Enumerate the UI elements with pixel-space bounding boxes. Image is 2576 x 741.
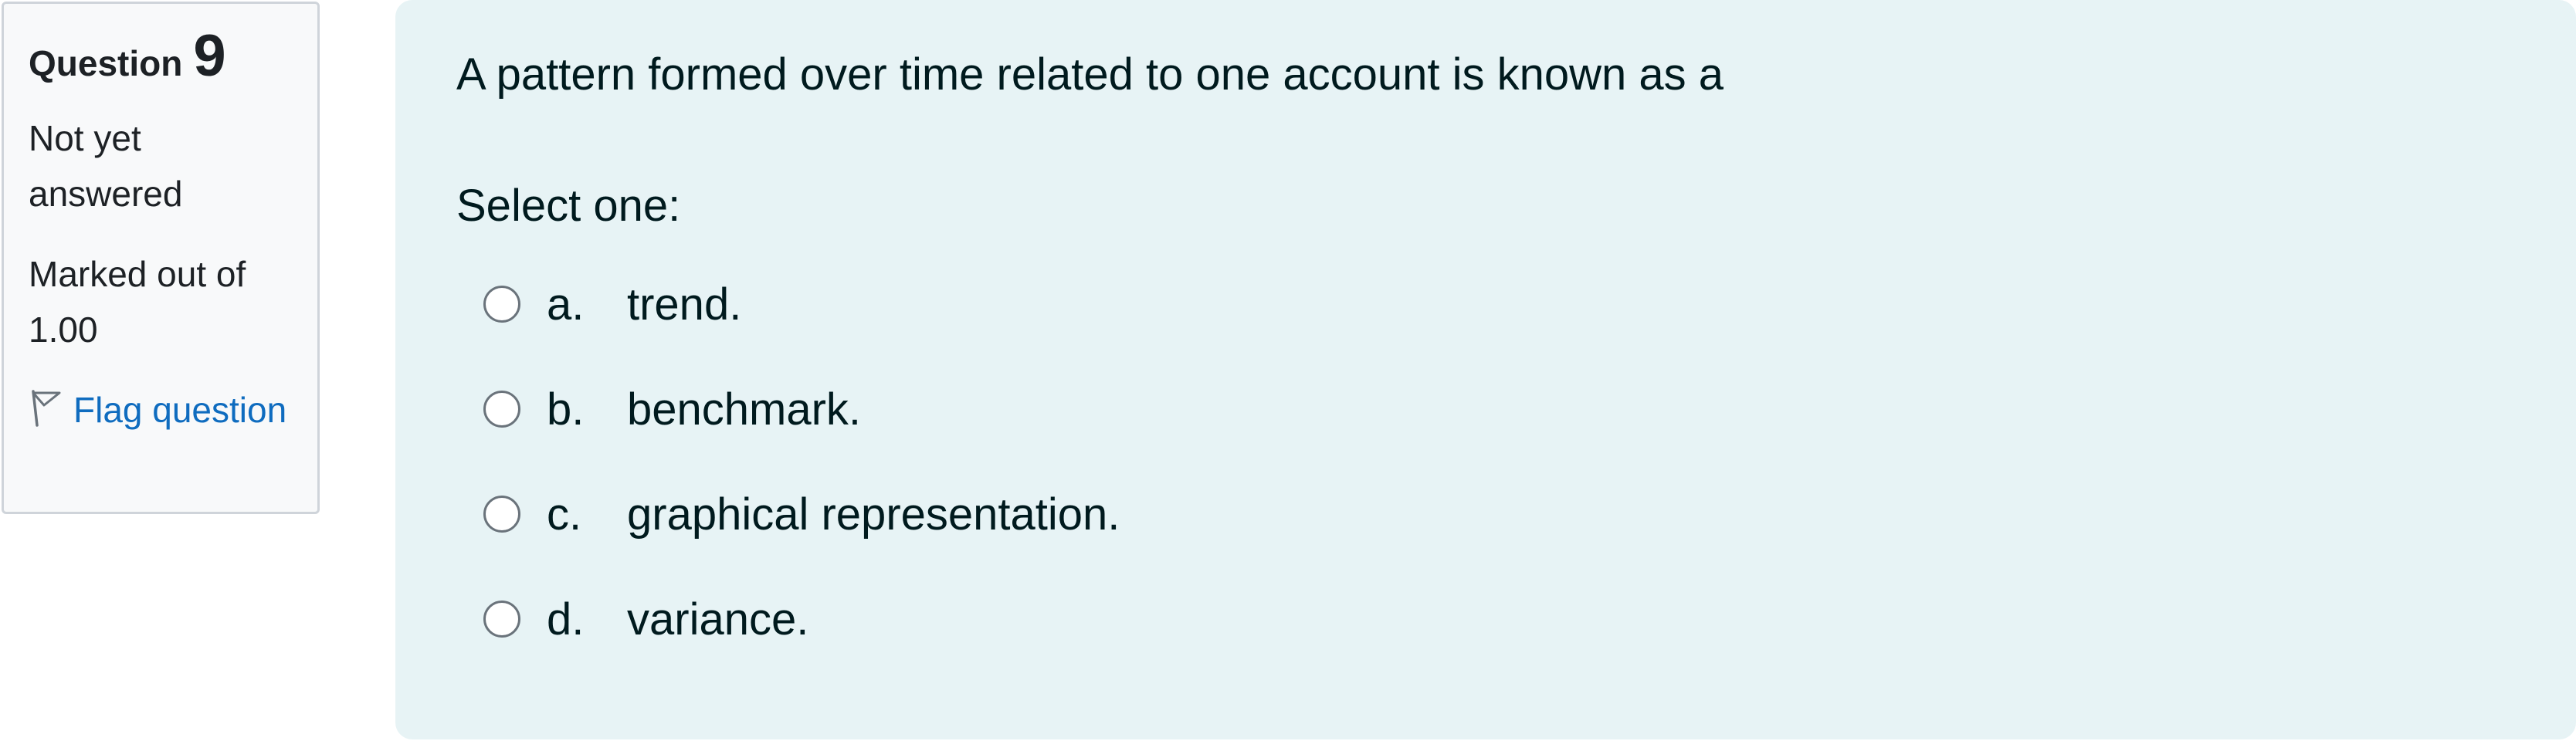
question-number-heading: Question 9 bbox=[29, 27, 317, 86]
option-text[interactable]: graphical representation. bbox=[627, 489, 1120, 540]
radio-button-c[interactable] bbox=[483, 496, 520, 533]
question-text: A pattern formed over time related to on… bbox=[456, 49, 1724, 100]
option-letter: b. bbox=[547, 384, 585, 435]
radio-button-b[interactable] bbox=[483, 391, 520, 428]
question-grade: Marked out of 1.00 bbox=[29, 254, 246, 350]
answer-option-b[interactable]: b. benchmark. bbox=[483, 378, 861, 440]
radio-button-a[interactable] bbox=[483, 286, 520, 323]
question-info-panel: Question 9 Not yet answered Marked out o… bbox=[2, 2, 320, 514]
option-letter: a. bbox=[547, 279, 585, 330]
option-letter: d. bbox=[547, 594, 585, 645]
question-label: Question bbox=[29, 43, 183, 83]
question-content: A pattern formed over time related to on… bbox=[395, 0, 2576, 739]
option-text[interactable]: benchmark. bbox=[627, 384, 861, 435]
answer-option-d[interactable]: d. variance. bbox=[483, 588, 808, 650]
option-letter: c. bbox=[547, 489, 582, 540]
option-text[interactable]: variance. bbox=[627, 594, 808, 645]
flag-outline-icon[interactable] bbox=[29, 388, 63, 427]
flag-question-link[interactable]: Flag question bbox=[29, 382, 291, 438]
question-state: Not yet answered bbox=[29, 118, 183, 214]
option-text[interactable]: trend. bbox=[627, 279, 741, 330]
question-number: 9 bbox=[193, 23, 226, 89]
answer-prompt: Select one: bbox=[456, 181, 681, 231]
radio-button-d[interactable] bbox=[483, 601, 520, 638]
answer-option-a[interactable]: a. trend. bbox=[483, 273, 741, 335]
quiz-page: Question 9 Not yet answered Marked out o… bbox=[0, 0, 2576, 741]
answer-option-c[interactable]: c. graphical representation. bbox=[483, 483, 1120, 545]
flag-question-label[interactable]: Flag question bbox=[73, 390, 286, 430]
